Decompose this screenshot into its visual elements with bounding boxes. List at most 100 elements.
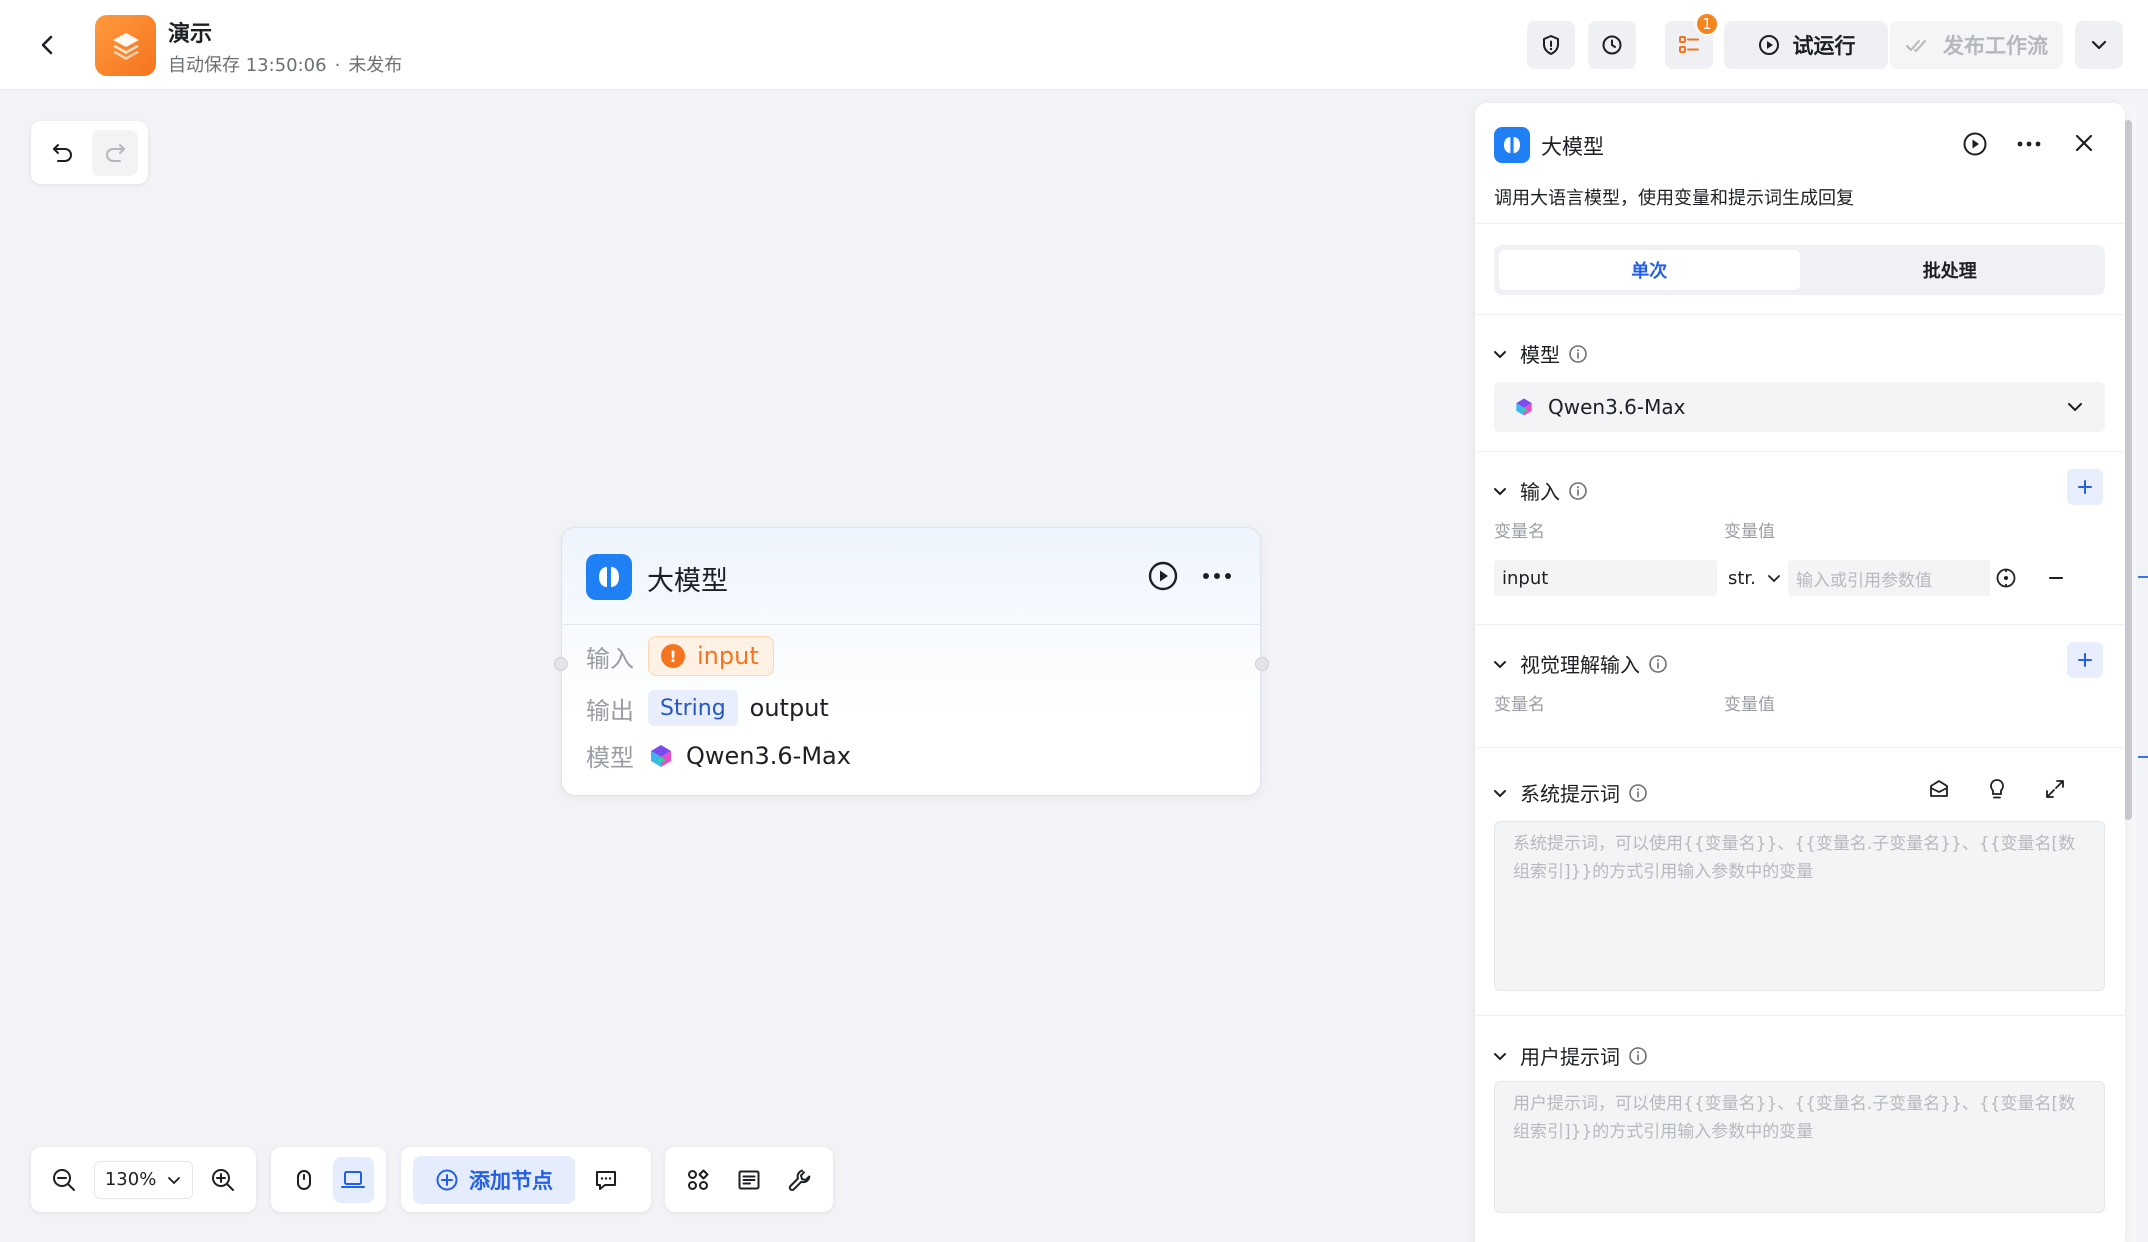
- settings-button[interactable]: [778, 1157, 821, 1203]
- edge-marker: [2138, 576, 2148, 578]
- layout-button[interactable]: [728, 1157, 771, 1203]
- node-model-value: Qwen3.6-Max: [686, 741, 851, 770]
- panel-run-button[interactable]: [1962, 131, 1988, 157]
- model-section-header[interactable]: 模型: [1492, 339, 1588, 368]
- divider: [1475, 451, 2125, 452]
- node-input-chip[interactable]: ! input: [648, 636, 774, 676]
- laptop-icon: [341, 1170, 366, 1188]
- system-prompt-title: 系统提示词: [1520, 782, 1620, 806]
- info-icon: [1629, 1046, 1647, 1065]
- model-select[interactable]: Qwen3.6-Max: [1494, 382, 2105, 432]
- issues-button[interactable]: 1: [1665, 12, 1719, 69]
- chevron-left-icon: [41, 35, 53, 55]
- llm-node-card[interactable]: 大模型 输入 ! input 输出 String output 模型 Qwen3…: [561, 527, 1261, 796]
- remove-input-button[interactable]: [2040, 560, 2072, 596]
- interaction-mode-group: [271, 1147, 386, 1212]
- history-button[interactable]: [1588, 21, 1636, 69]
- node-output-type: String: [648, 690, 738, 726]
- mouse-mode-button[interactable]: [283, 1157, 325, 1203]
- undo-redo-group: [31, 121, 148, 184]
- prompt-library-icon: [1930, 780, 1948, 797]
- play-circle-icon: [1758, 35, 1779, 55]
- llm-icon: [1494, 127, 1530, 163]
- panel-more-button[interactable]: [2017, 141, 2041, 147]
- user-prompt-input[interactable]: 用户提示词，可以使用{{变量名}}、{{变量名.子变量名}}、{{变量名[数组索…: [1494, 1081, 2105, 1213]
- chevron-down-icon: [1494, 487, 1506, 495]
- tab-batch[interactable]: 批处理: [1800, 250, 2101, 290]
- node-output-label: 输出: [586, 696, 634, 725]
- zoom-out-icon: [53, 1168, 76, 1191]
- input-var-name-field[interactable]: input: [1494, 560, 1717, 596]
- zoom-level: 130%: [104, 1169, 157, 1190]
- touchpad-mode-button[interactable]: [332, 1156, 374, 1203]
- vision-var-value-column: 变量值: [1724, 695, 1775, 715]
- undo-button[interactable]: [40, 130, 86, 176]
- input-var-value-field[interactable]: 输入或引用参数值: [1788, 560, 1990, 596]
- panel-close-button[interactable]: [2072, 131, 2096, 155]
- minus-icon: [2049, 577, 2063, 579]
- qwen-logo-icon: [651, 744, 671, 767]
- reference-variable-button[interactable]: [1992, 560, 2020, 596]
- zoom-in-icon: [211, 1168, 234, 1191]
- publish-label: 发布工作流: [1943, 34, 2048, 58]
- plus-icon: [2078, 653, 2092, 667]
- add-node-button[interactable]: 添加节点: [413, 1155, 575, 1204]
- zoom-in-button[interactable]: [201, 1157, 244, 1203]
- redo-button[interactable]: [92, 129, 138, 176]
- test-run-label: 试运行: [1792, 34, 1856, 58]
- publish-dropdown-button[interactable]: [2075, 21, 2123, 69]
- tab-single[interactable]: 单次: [1499, 250, 1800, 290]
- wrench-icon: [788, 1169, 810, 1191]
- system-prompt-tools: [1921, 771, 2073, 807]
- shield-button[interactable]: [1527, 21, 1575, 69]
- info-icon: [1629, 783, 1647, 802]
- components-button[interactable]: [677, 1157, 720, 1203]
- expand-editor-button[interactable]: [2037, 771, 2073, 807]
- app-title: 演示: [168, 22, 213, 47]
- vision-section-header[interactable]: 视觉理解输入: [1492, 649, 1668, 678]
- info-icon: [1649, 654, 1667, 673]
- zoom-level-select[interactable]: 130%: [93, 1160, 194, 1199]
- node-input-label: 输入: [586, 644, 634, 673]
- system-prompt-header[interactable]: 系统提示词: [1492, 778, 1648, 807]
- chevron-down-icon: [1494, 789, 1506, 797]
- mouse-icon: [296, 1169, 311, 1190]
- layers-icon: [112, 32, 139, 60]
- chevron-down-icon: [1494, 660, 1506, 668]
- qwen-logo-icon: [1516, 398, 1532, 416]
- prompt-library-button[interactable]: [1921, 771, 1957, 807]
- document-list-icon: [738, 1170, 760, 1189]
- add-vision-input-button[interactable]: [2067, 642, 2103, 678]
- zoom-out-button[interactable]: [43, 1157, 86, 1203]
- llm-icon: [586, 554, 632, 600]
- warning-icon: !: [661, 644, 685, 668]
- test-run-button[interactable]: 试运行: [1724, 21, 1888, 69]
- publish-button[interactable]: 发布工作流: [1890, 21, 2063, 69]
- app-logo: [95, 15, 156, 76]
- node-title: 大模型: [647, 566, 728, 597]
- node-more-button[interactable]: [1202, 572, 1232, 580]
- checklist-icon: [1679, 36, 1699, 53]
- input-section-title: 输入: [1520, 480, 1560, 504]
- status-separator: ·: [334, 55, 341, 76]
- node-config-panel: 大模型 调用大语言模型，使用变量和提示词生成回复 单次 批处理 模型 Qwen3…: [1475, 103, 2125, 1242]
- var-value-column: 变量值: [1724, 522, 1775, 542]
- issues-badge: 1: [1695, 12, 1719, 36]
- user-prompt-header[interactable]: 用户提示词: [1492, 1041, 1648, 1070]
- node-output-port[interactable]: [1255, 657, 1269, 671]
- back-button[interactable]: [30, 27, 66, 63]
- vision-section-title: 视觉理解输入: [1520, 653, 1640, 677]
- node-run-button[interactable]: [1147, 560, 1179, 592]
- add-input-button[interactable]: [2067, 469, 2103, 505]
- input-section-header[interactable]: 输入: [1492, 476, 1588, 505]
- lightbulb-icon: [1990, 779, 2004, 799]
- comment-button[interactable]: [583, 1157, 629, 1203]
- node-header: 大模型: [562, 528, 1260, 625]
- node-input-port[interactable]: [554, 657, 568, 671]
- system-prompt-input[interactable]: 系统提示词，可以使用{{变量名}}、{{变量名.子变量名}}、{{变量名[数组索…: [1494, 821, 2105, 991]
- plus-circle-icon: [436, 1169, 458, 1190]
- edge-marker: [2138, 756, 2148, 758]
- prompt-optimize-button[interactable]: [1979, 771, 2015, 807]
- input-var-type-select[interactable]: str.: [1722, 560, 1784, 596]
- panel-scrollbar[interactable]: [2124, 120, 2132, 820]
